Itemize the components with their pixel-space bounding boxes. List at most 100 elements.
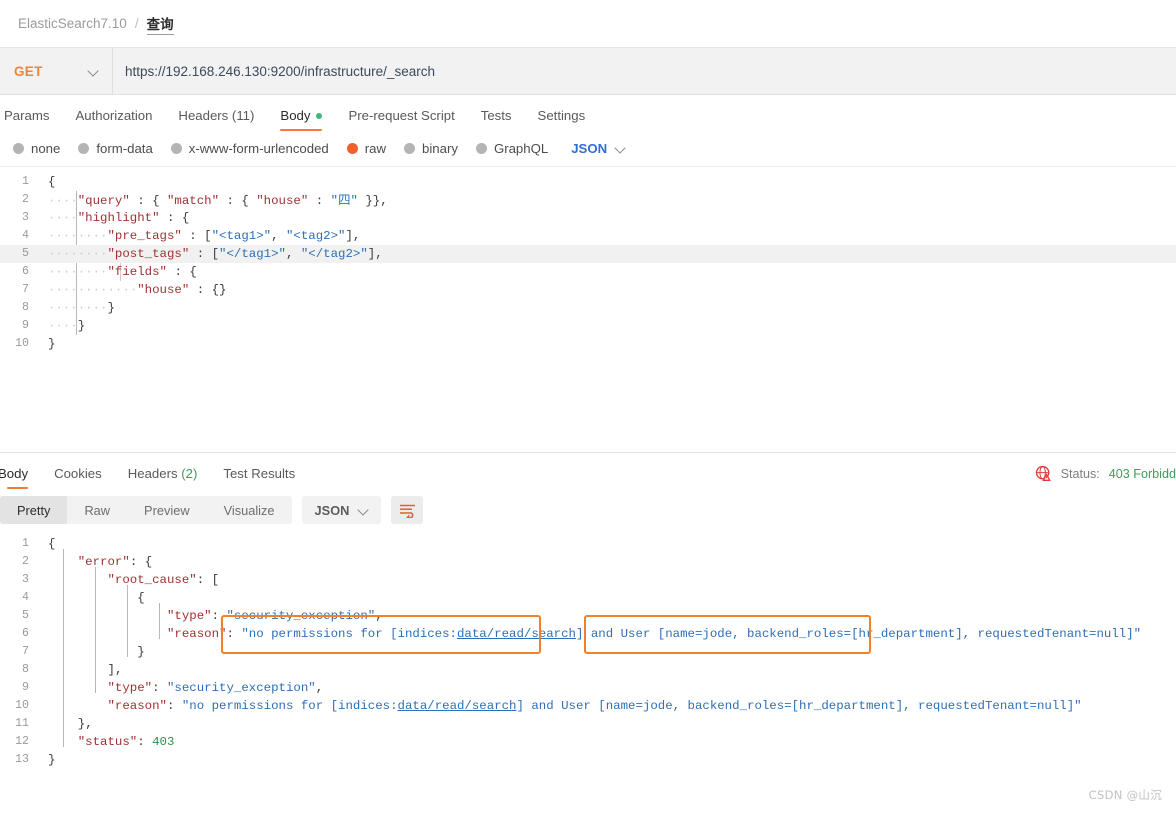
line-number: 13 [15,753,29,766]
code-text: "status": 403 [77,735,175,749]
code-line: 1{ [0,173,1176,191]
request-tab-body[interactable]: Body [267,108,335,131]
code-line: 10 "reason": "no permissions for [indice… [0,697,1176,715]
response-tab-label: Test Results [223,466,296,481]
line-number: 7 [22,283,29,296]
code-line: 6 ········"fields" : { [0,263,1176,281]
response-body-editor[interactable]: 1{2 "error": {3 "root_cause": [4 {5 "typ… [0,531,1176,781]
line-number: 7 [22,645,29,658]
response-view-pretty[interactable]: Pretty [0,496,68,524]
request-url-input[interactable]: https://192.168.246.130:9200/infrastruct… [113,48,1176,94]
code-line: 9 "type": "security_exception", [0,679,1176,697]
code-line: 5 "type": "security_exception", [0,607,1176,625]
body-type-radio-raw[interactable]: raw [338,141,395,156]
code-text: "root_cause": [ [107,573,220,587]
line-number: 8 [22,301,29,314]
line-number: 2 [22,555,29,568]
response-tab-bar: Body Cookies Headers (2) Test Results Statu… [0,453,1176,489]
body-modified-dot-icon [316,112,323,119]
body-type-radio-form-data[interactable]: form-data [69,141,161,156]
chevron-down-icon [616,144,625,153]
active-tab-underline [280,128,323,131]
response-view-visualize[interactable]: Visualize [207,496,292,524]
word-wrap-button[interactable] [391,496,424,524]
code-line: 13} [0,751,1176,769]
request-tab-params[interactable]: Params [0,108,62,131]
request-tab-tests[interactable]: Tests [468,108,525,131]
breadcrumb-current[interactable]: 查询 [146,13,174,35]
response-format-dropdown[interactable]: JSON [301,496,382,524]
code-line: 10} [0,335,1176,353]
code-line: 4 { [0,589,1176,607]
line-number: 1 [22,537,29,550]
body-format-dropdown[interactable]: JSON [571,141,625,156]
body-type-label: GraphQL [493,141,549,156]
active-tab-underline [7,486,29,489]
status-label: Status: [1060,466,1100,481]
body-type-radio-none[interactable]: none [4,141,69,156]
code-text: { [137,591,145,605]
breadcrumb-separator: / [134,16,139,31]
code-text: } [137,645,145,659]
code-text: "error": { [77,555,153,569]
http-method-dropdown[interactable]: GET [0,48,113,94]
code-text: ········"pre_tags" : ["<tag1>", "<tag2>"… [48,229,361,243]
line-number: 3 [22,573,29,586]
request-tab-label: Params [4,108,50,123]
response-tab-label: Body [0,466,29,481]
body-type-radio-x-www-form-urlencoded[interactable]: x-www-form-urlencoded [162,141,338,156]
request-url-bar: GET https://192.168.246.130:9200/infrast… [0,48,1176,95]
request-tab-label: Tests [480,108,512,123]
response-view-raw[interactable]: Raw [67,496,127,524]
request-tab-settings[interactable]: Settings [525,108,599,131]
word-wrap-icon [399,504,415,518]
line-number: 9 [22,319,29,332]
code-text: "reason": "no permissions for [indices:d… [107,699,1082,713]
watermark: CSDN @山沉 [1089,787,1162,803]
line-number: 10 [15,699,29,712]
code-text: "type": "security_exception", [107,681,324,695]
response-tab-cookies[interactable]: Cookies [41,466,115,489]
code-line: 1{ [0,535,1176,553]
code-line: 11 }, [0,715,1176,733]
code-text: ········"fields" : { [48,265,197,279]
postman-window: ElasticSearch7.10 / 查询 GET https://192.1… [0,0,1176,813]
body-type-label: x-www-form-urlencoded [188,141,329,156]
body-type-label: raw [364,141,387,156]
request-tab-authorization[interactable]: Authorization [62,108,165,131]
line-number: 5 [22,609,29,622]
code-text: ], [107,663,123,677]
response-tab-test-results[interactable]: Test Results [210,466,308,489]
code-text: } [48,753,56,767]
line-number: 2 [22,193,29,206]
line-number: 6 [22,627,29,640]
code-line: 3 "root_cause": [ [0,571,1176,589]
radio-icon [404,143,416,154]
request-tab-label: Headers (11) [178,108,255,123]
line-number: 3 [22,211,29,224]
line-number: 4 [22,229,29,242]
response-view-preview[interactable]: Preview [127,496,207,524]
request-tab-label: Body [280,108,311,123]
response-tab-label: Cookies [54,466,102,481]
response-tab-headers-2[interactable]: Headers (2) [115,466,211,489]
request-body-editor[interactable]: 1{2 ····"query" : { "match" : { "house" :… [0,167,1176,453]
body-type-radio-graphql[interactable]: GraphQL [467,141,557,156]
radio-icon [346,143,358,154]
code-line: 7 ············"house" : {} [0,281,1176,299]
request-tab-pre-request-script[interactable]: Pre-request Script [335,108,467,131]
body-type-selector: none form-data x-www-form-urlencoded raw bin… [0,131,1176,167]
body-type-radio-binary[interactable]: binary [395,141,467,156]
code-line: 3 ····"highlight" : { [0,209,1176,227]
breadcrumb-root[interactable]: ElasticSearch7.10 [18,16,127,31]
request-tab-headers-11[interactable]: Headers (11) [165,108,267,131]
response-tab-body[interactable]: Body [0,466,41,489]
line-number: 12 [15,735,29,748]
breadcrumb: ElasticSearch7.10 / 查询 [0,0,1176,48]
line-number: 10 [15,337,29,350]
code-text: } [48,337,56,351]
response-toolbar: Pretty Raw Preview Visualize JSON [0,489,1176,531]
line-number: 11 [15,717,29,730]
error-globe-icon [1035,465,1051,481]
code-line: 2 "error": { [0,553,1176,571]
